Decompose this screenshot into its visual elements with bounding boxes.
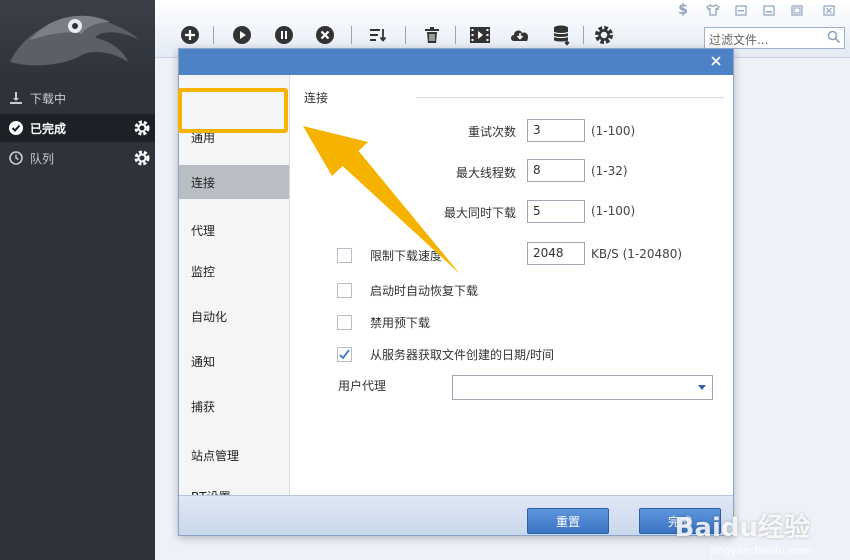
settings-content: 连接 重试次数 3 (1-100) 最大线程数 8 (1-32) 最大同时下载 … [290, 75, 733, 495]
nav-label: 代理 [191, 223, 216, 238]
cloud-download-icon[interactable] [509, 24, 531, 46]
play-icon[interactable] [231, 24, 253, 46]
nav-notification[interactable]: 通知 [179, 344, 289, 378]
max-threads-label: 最大线程数 [455, 166, 516, 180]
nav-site-manager[interactable]: 站点管理 [179, 438, 289, 472]
auto-resume-checkbox[interactable] [337, 283, 352, 298]
settings-icon[interactable] [593, 24, 615, 46]
sidebar-item-label: 下载中 [30, 91, 67, 106]
filter-placeholder: 过滤文件... [709, 33, 769, 47]
minimize-icon[interactable] [759, 2, 779, 18]
limit-speed-label: 限制下载速度 [370, 249, 443, 263]
auto-resume-label: 启动时自动恢复下载 [370, 284, 479, 298]
server-date-label: 从服务器获取文件创建的日期/时间 [370, 348, 555, 362]
watermark-brand: Baidu经验 [674, 513, 810, 543]
section-title: 连接 [304, 91, 329, 105]
speed-limit-range: KB/S (1-20480) [591, 247, 683, 261]
app-logo [0, 0, 155, 82]
watermark-url: jingyan.baidu.com [710, 544, 812, 557]
user-agent-label: 用户代理 [338, 379, 387, 393]
reset-label: 重置 [555, 514, 580, 529]
nav-monitor[interactable]: 监控 [179, 254, 289, 288]
section-divider [416, 97, 724, 98]
dialog-footer: 重置 完成 [179, 495, 733, 535]
max-threads-value: 8 [533, 163, 541, 177]
shirt-icon[interactable] [703, 2, 723, 18]
stop-icon[interactable] [314, 24, 336, 46]
toolbar-separator [405, 26, 406, 44]
toolbar-separator [583, 26, 584, 44]
nav-label: 自动化 [191, 309, 228, 324]
user-agent-select[interactable] [452, 375, 713, 400]
dialog-close-icon[interactable] [707, 52, 725, 70]
dollar-icon[interactable]: $ [673, 2, 693, 18]
check-circle-icon [8, 120, 24, 136]
nav-capture[interactable]: 捕获 [179, 389, 289, 423]
retry-count-input[interactable]: 3 [527, 119, 585, 142]
disable-predownload-checkbox[interactable] [337, 315, 352, 330]
database-icon[interactable] [551, 24, 573, 46]
toolbar-separator [213, 26, 214, 44]
sidebar-item-downloading[interactable]: 下载中 [0, 84, 155, 112]
delete-icon[interactable] [421, 24, 443, 46]
gear-icon[interactable] [133, 119, 151, 137]
settings-nav: 通用 连接 代理 监控 自动化 通知 捕获 站点管理 BT设置 [179, 75, 290, 504]
retry-count-value: 3 [533, 123, 541, 137]
filter-input[interactable]: 过滤文件... [704, 27, 845, 49]
chevron-down-icon[interactable] [698, 385, 706, 390]
sidebar-item-label: 队列 [30, 151, 55, 166]
watermark-logo: Baidu经验 [675, 507, 810, 544]
dialog-title-bar [179, 49, 733, 75]
search-icon[interactable] [827, 30, 841, 47]
retry-count-label: 重试次数 [467, 125, 516, 139]
sidebar-item-completed[interactable]: 已完成 [0, 114, 155, 142]
add-icon[interactable] [179, 24, 201, 46]
clock-icon [8, 150, 24, 166]
nav-label: 连接 [191, 175, 216, 190]
nav-label: 站点管理 [191, 448, 240, 463]
pause-icon[interactable] [273, 24, 295, 46]
sidebar: 下载中 已完成 队列 [0, 0, 155, 560]
max-downloads-input[interactable]: 5 [527, 200, 585, 223]
nav-label: 通知 [191, 354, 216, 369]
max-downloads-range: (1-100) [591, 204, 636, 218]
sort-icon[interactable] [367, 24, 389, 46]
max-threads-range: (1-32) [591, 164, 628, 178]
nav-label: 监控 [191, 264, 216, 279]
speed-limit-input[interactable]: 2048 [527, 242, 585, 265]
gear-icon[interactable] [133, 149, 151, 167]
max-downloads-label: 最大同时下载 [443, 206, 516, 220]
speed-limit-value: 2048 [533, 246, 564, 260]
retry-count-range: (1-100) [591, 124, 636, 138]
nav-label: 捕获 [191, 399, 216, 414]
video-icon[interactable] [469, 24, 491, 46]
close-icon[interactable] [819, 2, 839, 18]
download-icon [8, 90, 24, 106]
max-downloads-value: 5 [533, 204, 541, 218]
toolbar-separator [455, 26, 456, 44]
checkmark-icon [339, 349, 350, 360]
server-date-checkbox[interactable] [337, 347, 352, 362]
nav-proxy[interactable]: 代理 [179, 213, 289, 247]
toolbar-separator [351, 26, 352, 44]
eagle-logo-icon [10, 15, 140, 66]
nav-automation[interactable]: 自动化 [179, 299, 289, 333]
max-threads-input[interactable]: 8 [527, 159, 585, 182]
disable-predownload-label: 禁用预下载 [370, 316, 431, 330]
limit-speed-checkbox[interactable] [337, 248, 352, 263]
sidebar-item-label: 已完成 [30, 121, 67, 136]
nav-connection[interactable]: 连接 [179, 165, 289, 199]
sidebar-item-queue[interactable]: 队列 [0, 144, 155, 172]
highlight-box [178, 88, 288, 133]
restore-icon[interactable] [731, 2, 751, 18]
maximize-icon[interactable] [787, 2, 807, 18]
reset-button[interactable]: 重置 [527, 508, 609, 534]
